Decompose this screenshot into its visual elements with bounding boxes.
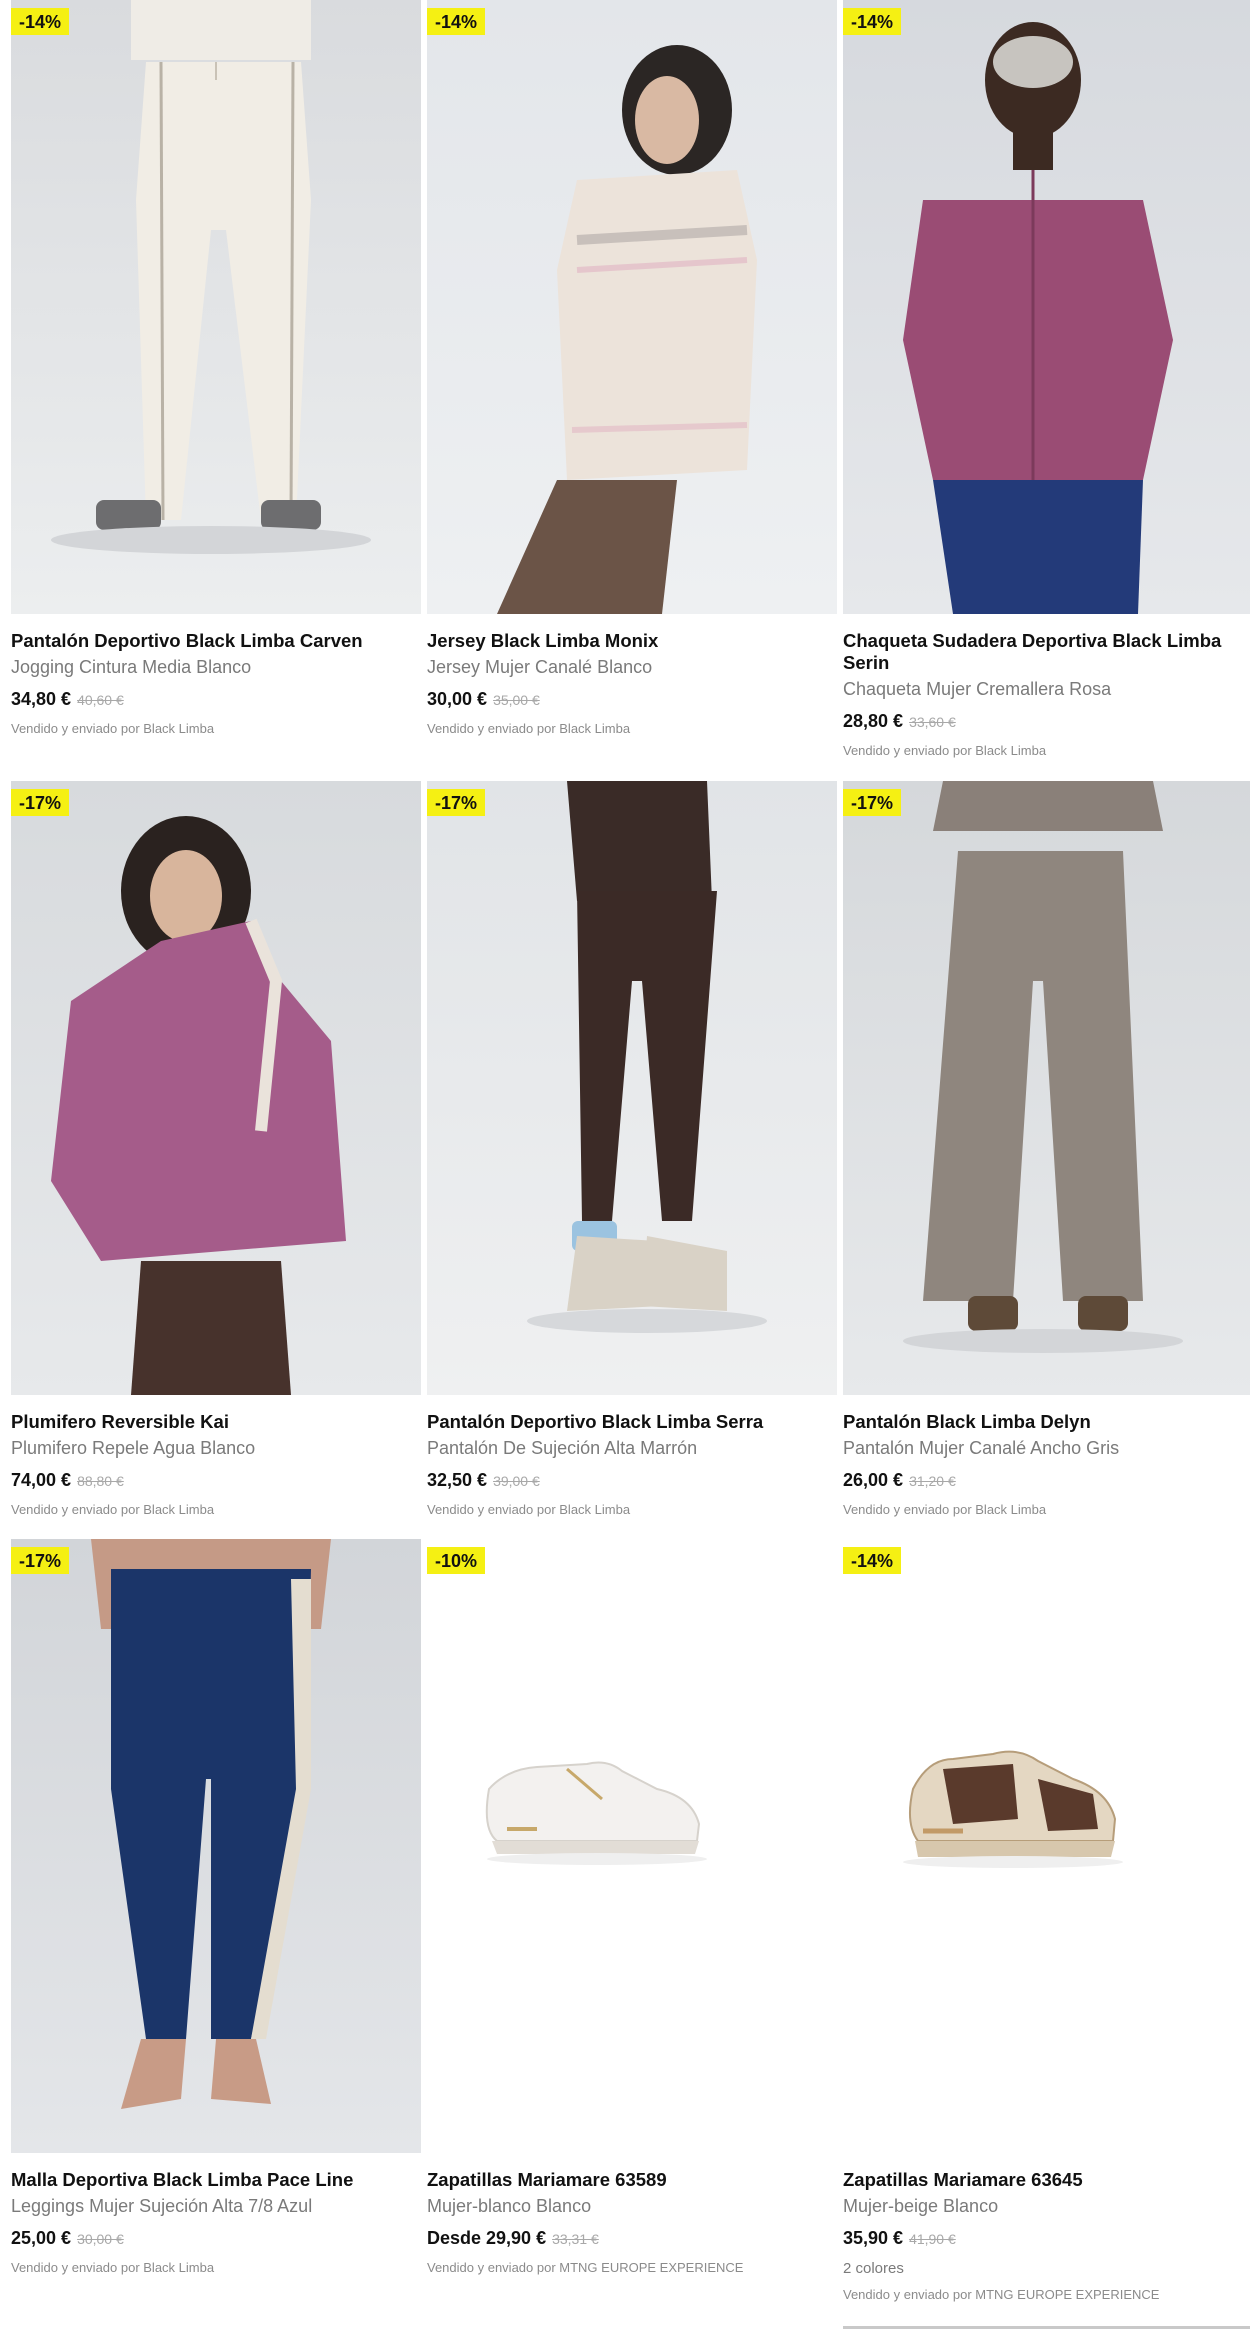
seller-info: Vendido y enviado por Black Limba — [427, 721, 631, 736]
product-image[interactable]: -14% — [11, 0, 421, 614]
current-price: 30,00 € — [427, 689, 488, 709]
product-subtitle: Chaqueta Mujer Cremallera Rosa — [843, 679, 1112, 699]
product-title[interactable]: Zapatillas Mariamare 63645 — [843, 2169, 1250, 2191]
product-image[interactable]: -17% — [427, 781, 837, 1395]
grey-wide-pants-photo — [843, 781, 1250, 1395]
price-row: 34,80 € 40,60 € — [11, 688, 421, 711]
old-price: 33,31 € — [552, 2231, 599, 2247]
price-row: 32,50 € 39,00 € — [427, 1469, 837, 1492]
product-card[interactable]: -14% Pantalón Deportivo Black Limba Carv… — [11, 0, 421, 736]
brown-leggings-photo — [427, 781, 837, 1395]
old-price: 33,60 € — [909, 714, 956, 730]
old-price: 39,00 € — [493, 1473, 540, 1489]
current-price: 34,80 € — [11, 689, 72, 709]
current-price: 26,00 € — [843, 1470, 904, 1490]
product-title[interactable]: Zapatillas Mariamare 63589 — [427, 2169, 837, 2191]
discount-badge: -14% — [11, 8, 70, 35]
product-title[interactable]: Malla Deportiva Black Limba Pace Line — [11, 2169, 421, 2191]
product-subtitle: Jogging Cintura Media Blanco — [11, 657, 252, 677]
navy-leggings-photo — [11, 1539, 421, 2153]
current-price: 25,00 € — [11, 2228, 72, 2248]
product-title[interactable]: Pantalón Deportivo Black Limba Serra — [427, 1411, 837, 1433]
price-row: 35,90 € 41,90 € — [843, 2227, 1250, 2250]
seller-info: Vendido y enviado por Black Limba — [427, 1502, 631, 1517]
product-image[interactable]: -14% — [843, 0, 1250, 614]
discount-badge: -10% — [427, 1547, 486, 1574]
discount-badge: -17% — [843, 789, 902, 816]
discount-badge: -17% — [11, 1547, 70, 1574]
product-title[interactable]: Chaqueta Sudadera Deportiva Black Limba … — [843, 630, 1250, 674]
old-price: 35,00 € — [493, 692, 540, 708]
product-image[interactable]: -14% — [843, 1539, 1250, 2153]
old-price: 30,00 € — [77, 2231, 124, 2247]
product-image[interactable]: -14% — [427, 0, 837, 614]
beige-sneaker-photo — [843, 1539, 1250, 2153]
product-card[interactable]: -17% Pantalón Black Limba Delyn Pantalón… — [843, 781, 1250, 1517]
divider — [843, 2326, 1250, 2329]
product-image[interactable]: -17% — [11, 1539, 421, 2153]
price-row: 26,00 € 31,20 € — [843, 1469, 1250, 1492]
price-row: 28,80 € 33,60 € — [843, 710, 1250, 733]
product-image[interactable]: -17% — [11, 781, 421, 1395]
seller-info: Vendido y enviado por MTNG EUROPE EXPERI… — [427, 2260, 744, 2275]
color-count[interactable]: 2 colores — [843, 2260, 1250, 2277]
discount-badge: -14% — [427, 8, 486, 35]
pink-zip-jacket-photo — [843, 0, 1250, 614]
seller-info: Vendido y enviado por Black Limba — [843, 1502, 1047, 1517]
product-title[interactable]: Pantalón Black Limba Delyn — [843, 1411, 1250, 1433]
white-sneaker-photo — [427, 1539, 837, 2153]
discount-badge: -17% — [427, 789, 486, 816]
old-price: 41,90 € — [909, 2231, 956, 2247]
cream-jogging-pants-photo — [11, 0, 421, 614]
discount-badge: -17% — [11, 789, 70, 816]
current-price: 74,00 € — [11, 1470, 72, 1490]
product-subtitle: Mujer-beige Blanco — [843, 2196, 999, 2216]
product-card[interactable]: -14% Zapatillas Mariamare 63645 Mujer-be… — [843, 1539, 1250, 2302]
product-card[interactable]: -17% Plumifero Reversible Kai Plumifero … — [11, 781, 421, 1517]
product-card[interactable]: -17% Malla Deportiva Black Limba Pace Li… — [11, 1539, 421, 2275]
current-price: 35,90 € — [843, 2228, 904, 2248]
discount-badge: -14% — [843, 8, 902, 35]
product-image[interactable]: -10% — [427, 1539, 837, 2153]
seller-info: Vendido y enviado por Black Limba — [11, 721, 215, 736]
seller-info: Vendido y enviado por MTNG EUROPE EXPERI… — [843, 2287, 1160, 2302]
seller-info: Vendido y enviado por Black Limba — [843, 743, 1047, 758]
product-card[interactable]: -10% Zapatillas Mariamare 63589 Mujer-bl… — [427, 1539, 837, 2275]
fairisle-sweater-photo — [427, 0, 837, 614]
product-title[interactable]: Plumifero Reversible Kai — [11, 1411, 421, 1433]
old-price: 88,80 € — [77, 1473, 124, 1489]
product-subtitle: Pantalón Mujer Canalé Ancho Gris — [843, 1438, 1120, 1458]
old-price: 31,20 € — [909, 1473, 956, 1489]
product-subtitle: Mujer-blanco Blanco — [427, 2196, 592, 2216]
product-subtitle: Plumifero Repele Agua Blanco — [11, 1438, 256, 1458]
current-price: 32,50 € — [427, 1470, 488, 1490]
price-row: 74,00 € 88,80 € — [11, 1469, 421, 1492]
product-image[interactable]: -17% — [843, 781, 1250, 1395]
product-card[interactable]: -14% Jersey Black Limba Monix Jersey Muj… — [427, 0, 837, 736]
seller-info: Vendido y enviado por Black Limba — [11, 2260, 215, 2275]
pink-puffer-jacket-photo — [11, 781, 421, 1395]
old-price: 40,60 € — [77, 692, 124, 708]
product-subtitle: Jersey Mujer Canalé Blanco — [427, 657, 653, 677]
current-price: Desde 29,90 € — [427, 2228, 547, 2248]
seller-info: Vendido y enviado por Black Limba — [11, 1502, 215, 1517]
product-card[interactable]: -14% Chaqueta Sudadera Deportiva Black L… — [843, 0, 1250, 758]
product-title[interactable]: Jersey Black Limba Monix — [427, 630, 837, 652]
discount-badge: -14% — [843, 1547, 902, 1574]
product-subtitle: Pantalón De Sujeción Alta Marrón — [427, 1438, 698, 1458]
product-title[interactable]: Pantalón Deportivo Black Limba Carven — [11, 630, 421, 652]
price-row: 25,00 € 30,00 € — [11, 2227, 421, 2250]
product-subtitle: Leggings Mujer Sujeción Alta 7/8 Azul — [11, 2196, 313, 2216]
price-row: Desde 29,90 € 33,31 € — [427, 2227, 837, 2250]
product-card[interactable]: -17% Pantalón Deportivo Black Limba Serr… — [427, 781, 837, 1517]
current-price: 28,80 € — [843, 711, 904, 731]
price-row: 30,00 € 35,00 € — [427, 688, 837, 711]
product-grid: -14% Pantalón Deportivo Black Limba Carv… — [0, 0, 1250, 2330]
